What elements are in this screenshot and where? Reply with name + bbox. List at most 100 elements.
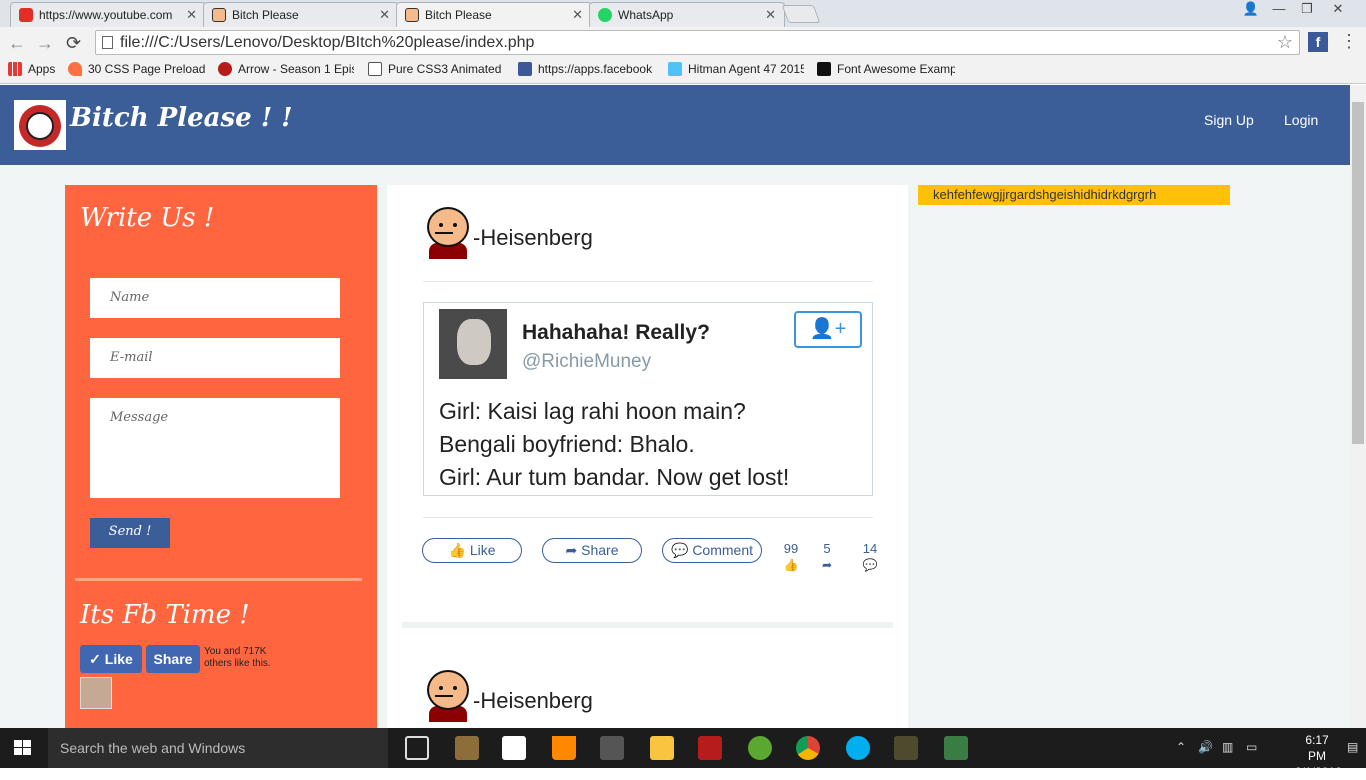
post-author[interactable]: -Heisenberg (473, 688, 593, 714)
bookmark-facebook-apps[interactable]: https://apps.facebook (518, 62, 654, 76)
minimize-button[interactable]: — (1266, 0, 1292, 20)
site-logo[interactable] (14, 100, 66, 150)
tweet-profile-photo (439, 309, 507, 379)
tab-title: https://www.youtube.com (39, 8, 173, 22)
whatsapp-icon (598, 8, 612, 22)
windows-start-icon[interactable] (14, 740, 32, 756)
like-count: 99 👍 (776, 541, 806, 572)
fb-like-button[interactable]: ✓ Like (80, 645, 142, 673)
divider (423, 281, 873, 282)
taskbar-clock[interactable]: 6:17 PM 9/1/2016 (1295, 732, 1342, 780)
divider (75, 578, 362, 581)
facebook-icon (518, 62, 532, 76)
share-arrow-icon: ➦ (821, 558, 833, 572)
site-favicon-icon (405, 8, 419, 22)
game-icon[interactable] (894, 736, 918, 760)
close-icon[interactable]: ✕ (572, 7, 583, 23)
facebook-extension-icon[interactable]: f (1308, 32, 1328, 52)
forward-icon[interactable]: → (36, 33, 54, 54)
vlc-icon[interactable] (552, 736, 576, 760)
restore-button[interactable]: ❐ (1294, 0, 1320, 20)
thumbs-up-icon: 👍 (783, 558, 799, 572)
share-arrow-icon: ➦ (565, 542, 578, 558)
bookmark-font-awesome[interactable]: Font Awesome Examp (817, 62, 955, 76)
scrollbar-thumb[interactable] (1352, 102, 1364, 444)
tab-whatsapp[interactable]: WhatsApp ✕ (589, 2, 785, 27)
share-button[interactable]: ➦ Share (542, 538, 642, 563)
font-awesome-icon (817, 62, 831, 76)
site-favicon-icon (212, 8, 226, 22)
close-icon[interactable]: ✕ (186, 7, 197, 23)
game-icon[interactable] (698, 736, 722, 760)
sublime-text-icon[interactable] (455, 736, 479, 760)
bookmark-css3-animated[interactable]: Pure CSS3 Animated (368, 62, 504, 76)
bookmark-star-icon[interactable]: ☆ (1277, 31, 1293, 54)
new-tab-button[interactable] (781, 5, 821, 23)
contact-sidebar: Write Us ! Name E-mail Message Send ! It… (65, 185, 377, 728)
menu-icon[interactable]: ⋮ (1340, 31, 1358, 52)
site-brand[interactable]: Bitch Please ! ! (70, 103, 293, 133)
close-icon[interactable]: ✕ (765, 7, 776, 23)
tab-title: Bitch Please (232, 8, 299, 22)
send-button[interactable]: Send ! (90, 518, 170, 548)
close-icon[interactable]: ✕ (379, 7, 390, 23)
tweet-image: Hahahaha! Really? @RichieMuney 👤+ Girl: … (423, 302, 873, 496)
author-avatar[interactable] (423, 207, 473, 259)
fb-section-title: Its Fb Time ! (80, 600, 250, 630)
notifications-icon[interactable]: ▤ (1347, 740, 1358, 754)
taskbar-search[interactable]: Search the web and Windows (48, 728, 388, 768)
tray-chevron-icon[interactable]: ⌃ (1176, 740, 1186, 754)
like-button[interactable]: 👍 Like (422, 538, 522, 563)
thumbs-up-icon: 👍 (448, 542, 466, 558)
share-count: 5 ➦ (812, 541, 842, 572)
file-explorer-icon[interactable] (650, 736, 674, 760)
login-link[interactable]: Login (1284, 112, 1318, 128)
app-icon[interactable] (944, 736, 968, 760)
address-text: file:///C:/Users/Lenovo/Desktop/BItch%20… (120, 34, 535, 51)
message-field[interactable]: Message (90, 398, 340, 498)
bookmark-apps[interactable]: Apps (8, 62, 55, 76)
divider (423, 517, 873, 518)
apps-grid-icon (8, 62, 22, 76)
chrome-icon[interactable] (796, 736, 820, 760)
tab-bitch-please-2[interactable]: Bitch Please ✕ (396, 2, 592, 27)
name-field[interactable]: Name (90, 278, 340, 318)
utorrent-icon[interactable] (748, 736, 772, 760)
page-icon (102, 36, 113, 49)
volume-icon[interactable]: 🔊 (1198, 740, 1213, 754)
bookmarks-bar: Apps 30 CSS Page Preload Arrow - Season … (0, 58, 1366, 84)
author-avatar[interactable] (423, 670, 473, 722)
friend-avatar[interactable] (80, 677, 112, 709)
post-author[interactable]: -Heisenberg (473, 225, 593, 251)
tab-youtube[interactable]: https://www.youtube.com ✕ (10, 2, 206, 27)
network-icon[interactable]: ▥ (1222, 740, 1233, 754)
page-scrollbar[interactable] (1350, 85, 1366, 728)
fb-share-button[interactable]: Share (146, 645, 200, 673)
bookmark-arrow[interactable]: Arrow - Season 1 Epis (218, 62, 354, 76)
signup-link[interactable]: Sign Up (1204, 112, 1254, 128)
check-icon: ✓ (89, 651, 105, 667)
tab-bitch-please-1[interactable]: Bitch Please ✕ (203, 2, 399, 27)
reload-icon[interactable]: ⟳ (66, 33, 81, 54)
skype-icon[interactable] (846, 736, 870, 760)
game-icon[interactable] (600, 736, 624, 760)
email-field[interactable]: E-mail (90, 338, 340, 378)
tweet-line: Girl: Aur tum bandar. Now get lost! (439, 464, 790, 490)
address-bar[interactable]: file:///C:/Users/Lenovo/Desktop/BItch%20… (95, 30, 1300, 55)
store-icon[interactable] (502, 736, 526, 760)
comment-icon: 💬 (670, 542, 689, 558)
clock-date: 9/1/2016 (1295, 765, 1342, 779)
task-view-icon[interactable] (405, 736, 429, 760)
bookmark-hitman[interactable]: Hitman Agent 47 2015 (668, 62, 804, 76)
windows-taskbar: Search the web and Windows ⌃ 🔊 ▥ ▭ 6:17 … (0, 728, 1366, 779)
sidebar-title: Write Us ! (80, 203, 215, 233)
follow-user-icon: 👤+ (794, 311, 862, 348)
back-icon[interactable]: ← (8, 33, 26, 54)
comment-button[interactable]: 💬 Comment (662, 538, 762, 563)
tab-title: Bitch Please (425, 8, 492, 22)
profile-icon[interactable]: 👤 (1238, 0, 1264, 20)
power-icon[interactable]: ▭ (1246, 740, 1257, 754)
close-window-button[interactable]: ✕ (1325, 0, 1351, 20)
bookmark-css-preload[interactable]: 30 CSS Page Preload (68, 62, 206, 76)
tweet-name: Hahahaha! Really? (522, 321, 710, 344)
